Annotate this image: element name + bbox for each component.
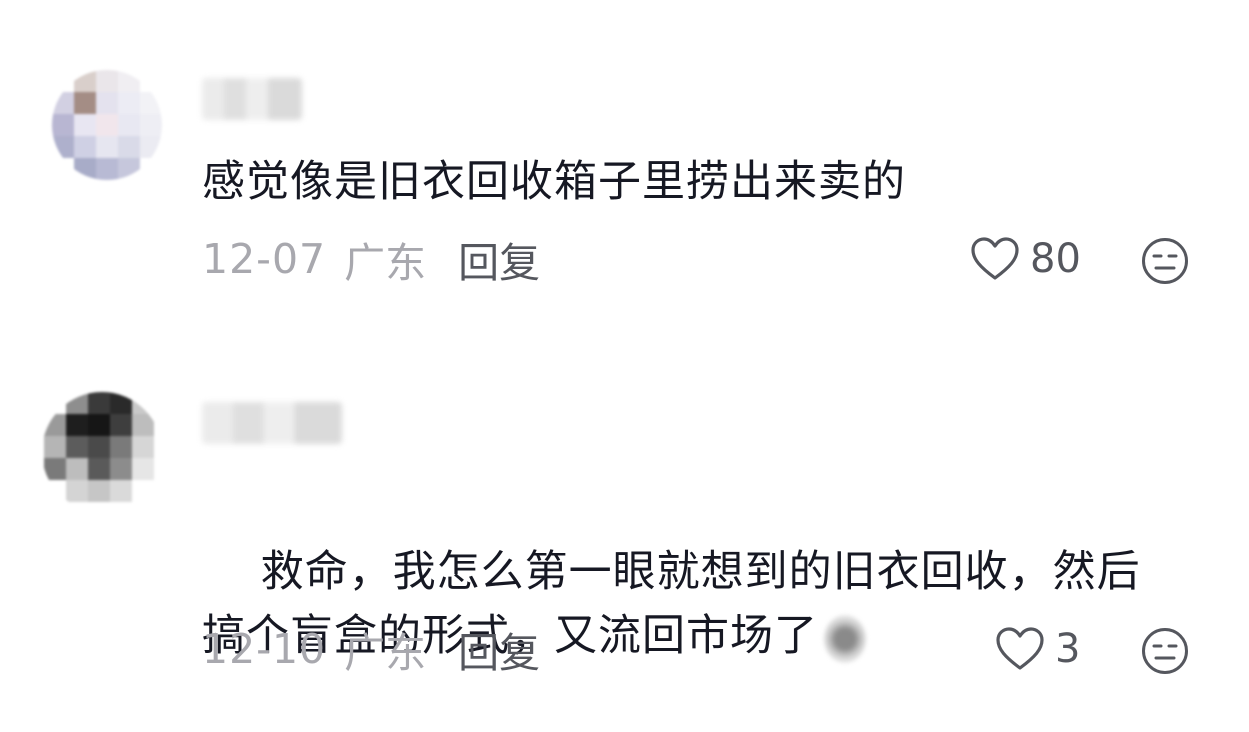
comment-text: 感觉像是旧衣回收箱子里捞出来卖的 bbox=[202, 157, 906, 207]
neutral-face-icon[interactable] bbox=[1140, 236, 1190, 286]
neutral-face-icon[interactable] bbox=[1140, 626, 1190, 676]
username-blurred[interactable] bbox=[202, 78, 302, 120]
like-button[interactable]: 80 bbox=[970, 232, 1081, 286]
username-blurred[interactable] bbox=[202, 402, 342, 444]
comment-date: 12-10 bbox=[202, 625, 327, 673]
comment-text: 救命，我怎么第一眼就想到的旧衣回收，然后 搞个盲盒的形式，又流回市场了 bbox=[202, 476, 1202, 732]
comment-location: 广东 bbox=[344, 629, 427, 677]
comment-item: 感觉像是旧衣回收箱子里捞出来卖的 12-07 广东 回复 80 bbox=[0, 0, 1249, 330]
heart-outline-icon bbox=[971, 237, 1019, 280]
avatar[interactable] bbox=[52, 70, 162, 180]
heart-outline-icon bbox=[996, 627, 1044, 670]
like-count: 3 bbox=[1055, 626, 1081, 672]
comment-meta: 12-07 广东 回复 bbox=[202, 229, 540, 289]
comment-location: 广东 bbox=[344, 239, 427, 287]
comment-meta: 12-10 广东 回复 bbox=[202, 619, 540, 679]
avatar[interactable] bbox=[42, 392, 162, 512]
like-count: 80 bbox=[1030, 236, 1081, 282]
reply-button[interactable]: 回复 bbox=[458, 619, 540, 679]
like-button[interactable]: 3 bbox=[995, 622, 1080, 676]
comment-date: 12-07 bbox=[202, 235, 327, 283]
comment-item: 救命，我怎么第一眼就想到的旧衣回收，然后 搞个盲盒的形式，又流回市场了 12-1… bbox=[0, 370, 1249, 730]
blurred-emoji-sticker bbox=[824, 614, 866, 663]
reply-button[interactable]: 回复 bbox=[458, 229, 540, 289]
